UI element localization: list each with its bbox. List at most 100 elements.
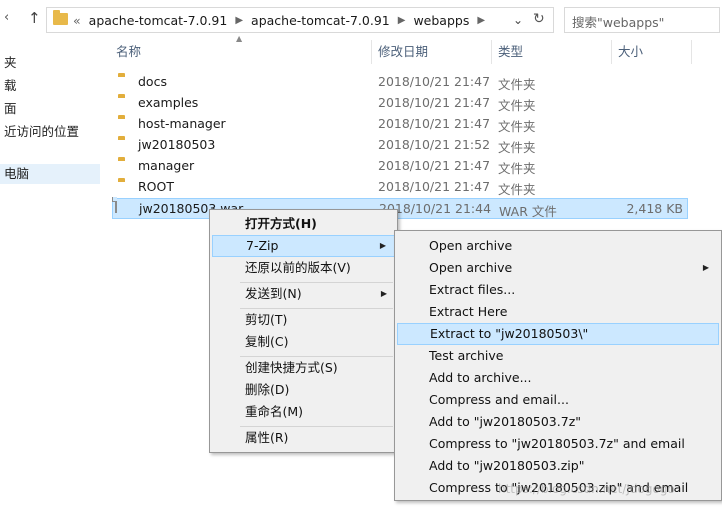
file-date: 2018/10/21 21:47 [378,74,491,89]
menu-item-properties[interactable]: 属性(R) [212,427,395,449]
submenu-item-label: Compress to "jw20180503.7z" and email [429,436,685,451]
menu-item-label: 删除(D) [245,382,290,397]
column-header-name[interactable]: 名称 [110,40,372,64]
address-bar[interactable]: « apache-tomcat-7.0.91 ▶ apache-tomcat-7… [46,7,554,33]
submenu-item-add-zip[interactable]: Add to "jw20180503.zip" [397,455,719,477]
file-size: 2,418 KB [626,201,683,216]
menu-item-label: 7-Zip [246,238,279,253]
submenu-item-open-archive-more[interactable]: Open archive ▶ [397,257,719,279]
file-date: 2018/10/21 21:47 [378,116,491,131]
nav-item-this-pc[interactable]: 电脑 [0,164,100,184]
nav-item[interactable]: 载 [4,75,17,94]
nav-item[interactable]: 夹 [4,52,17,71]
submenu-item-label: Add to "jw20180503.zip" [429,458,585,473]
up-arrow-icon[interactable]: ↑ [28,9,42,27]
file-type: WAR 文件 [499,204,557,219]
submenu-item-add-to-archive[interactable]: Add to archive... [397,367,719,389]
chevron-right-icon[interactable]: ▶ [235,15,243,26]
menu-item-restore-versions[interactable]: 还原以前的版本(V) [212,257,395,279]
submenu-item-label: Compress and email... [429,392,569,407]
breadcrumb-item[interactable]: apache-tomcat-7.0.91 [89,13,228,28]
watermark: https://blog.csdn.net/Jdogogo [498,482,675,496]
navigation-pane: 夹 载 面 近访问的位置 电脑 [0,38,100,511]
back-arrow-icon[interactable]: ‹ [4,10,16,26]
breadcrumb-item[interactable]: apache-tomcat-7.0.91 [251,13,390,28]
folder-icon [53,10,68,25]
file-name: examples [138,95,199,110]
submenu-item-extract-here[interactable]: Extract Here [397,301,719,323]
chevron-right-icon[interactable]: ▶ [398,15,406,26]
file-name: ROOT [138,179,174,194]
file-type: 文件夹 [498,77,536,92]
submenu-item-test-archive[interactable]: Test archive [397,345,719,367]
submenu-item-label: Extract files... [429,282,516,297]
list-item[interactable]: docs 2018/10/21 21:47 文件夹 [112,72,688,93]
list-item[interactable]: jw20180503 2018/10/21 21:52 文件夹 [112,135,688,156]
submenu-item-label: Add to archive... [429,370,532,385]
list-item[interactable]: manager 2018/10/21 21:47 文件夹 [112,156,688,177]
menu-item-delete[interactable]: 删除(D) [212,379,395,401]
submenu-item-label: Open archive [429,260,513,275]
context-menu: 打开方式(H) 7-Zip ▶ 还原以前的版本(V) 发送到(N) ▶ 剪切(T) … [209,209,398,453]
submenu-item-add-7z[interactable]: Add to "jw20180503.7z" [397,411,719,433]
nav-item[interactable]: 面 [4,98,17,117]
menu-item-rename[interactable]: 重命名(M) [212,401,395,423]
file-type: 文件夹 [498,161,536,176]
submenu-item-label: Add to "jw20180503.7z" [429,414,582,429]
menu-item-label: 还原以前的版本(V) [245,260,351,275]
file-date: 2018/10/21 21:47 [378,95,491,110]
menu-item-label: 剪切(T) [245,312,288,327]
column-header-type[interactable]: 类型 [492,40,612,64]
file-type: 文件夹 [498,182,536,197]
menu-item-label: 创建快捷方式(S) [245,360,338,375]
file-name: manager [138,158,195,173]
address-row: ‹ ↑ « apache-tomcat-7.0.91 ▶ apache-tomc… [0,0,722,38]
7zip-submenu: Open archive Open archive ▶ Extract files… [394,230,722,501]
submenu-item-extract-files[interactable]: Extract files... [397,279,719,301]
breadcrumb: « apache-tomcat-7.0.91 ▶ apache-tomcat-7… [73,8,493,32]
submenu-item-label: Extract Here [429,304,508,319]
file-type: 文件夹 [498,98,536,113]
file-name: host-manager [138,116,226,131]
file-name: docs [138,74,167,89]
menu-item-label: 复制(C) [245,334,289,349]
menu-item-label: 打开方式(H) [245,216,317,231]
chevron-right-icon[interactable]: ▶ [477,15,485,26]
file-type: 文件夹 [498,140,536,155]
file-name: jw20180503 [138,137,216,152]
menu-item-label: 属性(R) [245,430,289,445]
breadcrumb-item[interactable]: webapps [413,13,469,28]
menu-item-label: 发送到(N) [245,286,302,301]
file-date: 2018/10/21 21:52 [378,137,491,152]
menu-item-send-to[interactable]: 发送到(N) ▶ [212,283,395,305]
menu-item-create-shortcut[interactable]: 创建快捷方式(S) [212,357,395,379]
file-date: 2018/10/21 21:47 [378,158,491,173]
breadcrumb-overflow[interactable]: « [73,13,81,28]
list-item[interactable]: host-manager 2018/10/21 21:47 文件夹 [112,114,688,135]
menu-item-copy[interactable]: 复制(C) [212,331,395,353]
chevron-right-icon: ▶ [379,241,386,250]
menu-item-cut[interactable]: 剪切(T) [212,309,395,331]
search-input[interactable]: 搜索"webapps" [564,7,720,33]
refresh-icon[interactable]: ↻ [533,11,545,27]
file-date: 2018/10/21 21:47 [378,179,491,194]
list-item[interactable]: examples 2018/10/21 21:47 文件夹 [112,93,688,114]
chevron-down-icon[interactable]: ⌄ [513,13,523,27]
list-item-selected[interactable]: jw20180503.war 2018/10/21 21:44 WAR 文件 2… [112,197,688,219]
submenu-item-label: Extract to "jw20180503\" [430,326,589,341]
submenu-item-open-archive[interactable]: Open archive [397,235,719,257]
list-item[interactable]: ROOT 2018/10/21 21:47 文件夹 [112,177,688,198]
file-icon [115,197,117,213]
menu-item-open-with[interactable]: 打开方式(H) [212,213,395,235]
submenu-item-label: Test archive [429,348,504,363]
column-header-size[interactable]: 大小 [612,40,692,64]
menu-item-7zip[interactable]: 7-Zip ▶ [212,235,395,257]
chevron-right-icon: ▶ [380,289,387,298]
submenu-item-compress-7z-email[interactable]: Compress to "jw20180503.7z" and email [397,433,719,455]
nav-item[interactable]: 近访问的位置 [4,121,79,140]
submenu-item-label: Open archive [429,238,513,253]
submenu-item-compress-email[interactable]: Compress and email... [397,389,719,411]
file-type: 文件夹 [498,119,536,134]
column-header-date[interactable]: 修改日期 [372,40,492,64]
submenu-item-extract-to[interactable]: Extract to "jw20180503\" [397,323,719,345]
